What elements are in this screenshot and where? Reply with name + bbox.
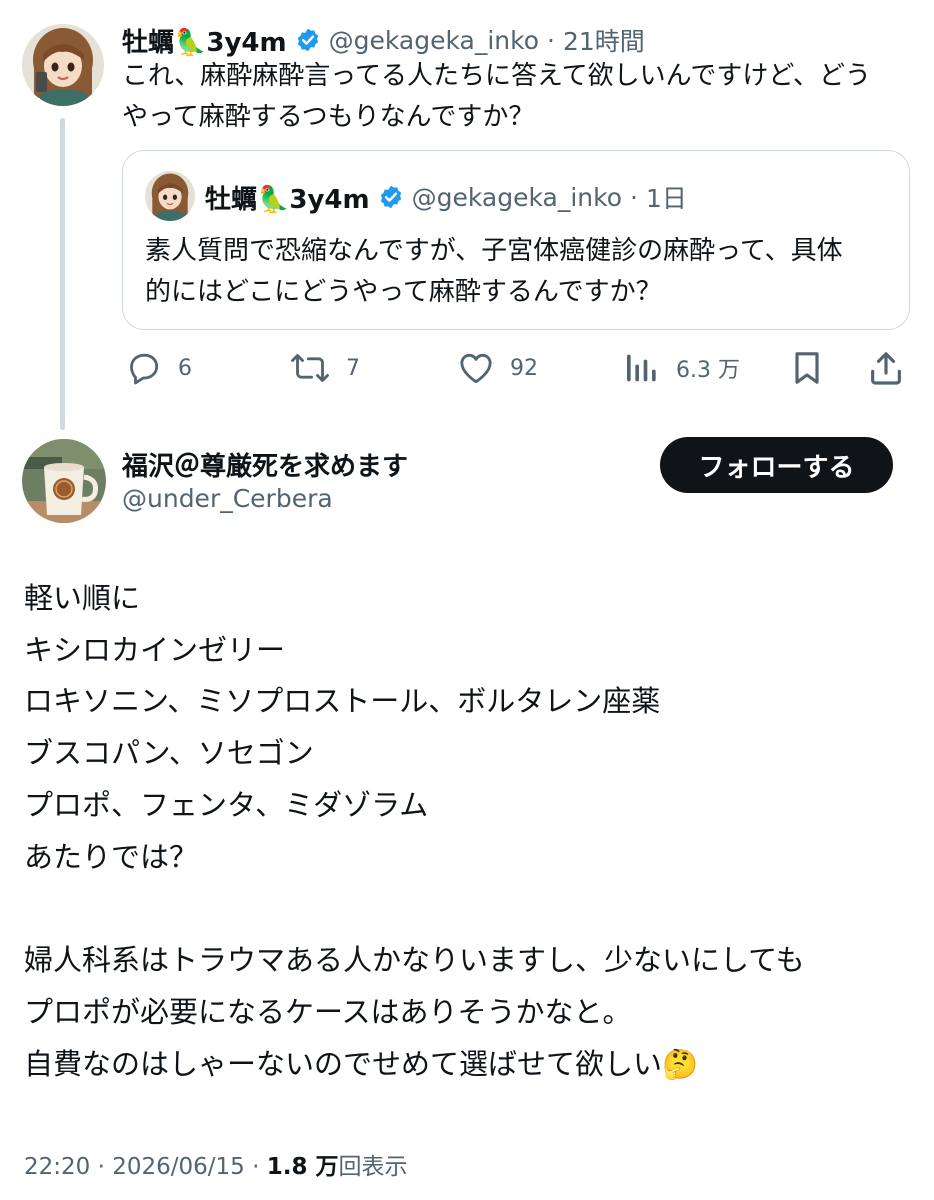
view-count: 1.8 万 [266, 1154, 339, 1180]
bookmark-button[interactable] [787, 348, 827, 388]
quote-author-name: 牡蠣🦜3y4m [205, 184, 370, 215]
views-bar-icon [622, 348, 662, 388]
tweet-date[interactable]: 2026/06/15 [112, 1154, 245, 1180]
quote-text-line: 的にはどこにどうやって麻酔するんですか？ [145, 277, 662, 307]
bookmark-icon [787, 348, 827, 388]
heart-icon [456, 348, 496, 388]
share-icon [866, 348, 906, 388]
view-count-label: 回表示 [338, 1154, 408, 1180]
views-button[interactable]: 6.3 万 [622, 348, 740, 388]
main-author-name[interactable]: 福沢＠尊厳死を求めます [122, 446, 408, 483]
like-button[interactable]: 92 [456, 348, 538, 388]
parent-timestamp[interactable]: 21時間 [563, 22, 645, 58]
tweet-body-line: プロポが必要になるケースはありそうかなと。 [24, 995, 632, 1029]
quote-author-handle: @gekageka_inko [411, 182, 622, 212]
parent-author-avatar[interactable] [22, 24, 104, 106]
reply-button[interactable]: 6 [124, 348, 192, 388]
tweet-body-line: 婦人科系はトラウマある人かなりいますし、少ないにしても [24, 943, 805, 977]
reply-count: 6 [178, 355, 192, 381]
quote-author-avatar [145, 171, 195, 221]
quote-text-line: 素人質問で恐縮なんですが、子宮体癌健診の麻酔って、具体 [145, 236, 843, 266]
tweet-body-line: 軽い順に [24, 581, 141, 615]
tweet-metadata: 22:20 · 2026/06/15 · 1.8 万回表示 [24, 1147, 408, 1181]
retweet-count: 7 [346, 355, 360, 381]
parent-header: 牡蠣🦜3y4m @gekageka_inko · 21時間 [122, 22, 645, 58]
tweet-body-line: ブスコパン、ソセゴン [24, 736, 314, 770]
parent-text-line: これ、麻酔麻酔言ってる人たちに答えて欲しいんですけど、どう [122, 61, 872, 91]
tweet-body-line: あたりでは？ [24, 840, 199, 874]
parent-author-handle[interactable]: @gekageka_inko [329, 26, 539, 55]
tweet-time[interactable]: 22:20 [24, 1154, 90, 1180]
separator-dot: · [97, 1154, 105, 1180]
main-author-avatar[interactable] [22, 439, 106, 523]
like-count: 92 [510, 355, 538, 381]
tweet-body-line: プロポ、フェンタ、ミダゾラム [24, 788, 429, 822]
quoted-tweet-card[interactable]: 牡蠣🦜3y4m @gekageka_inko · 1日 素人質問で恐縮なんですが… [122, 150, 910, 330]
retweet-icon [288, 348, 332, 388]
quote-timestamp: 1日 [645, 184, 687, 213]
quote-tweet-text: 素人質問で恐縮なんですが、子宮体癌健診の麻酔って、具体 的にはどこにどうやって麻… [145, 231, 895, 313]
parent-text-line: やって麻酔するつもりなんですか？ [122, 102, 535, 132]
quote-header: 牡蠣🦜3y4m @gekageka_inko · 1日 [205, 179, 687, 215]
share-button[interactable] [866, 348, 906, 388]
tweet-body-line: 自費なのはしゃーないのでせめて選ばせて欲しい🤔 [24, 1047, 699, 1081]
tweet-body-line: キシロカインゼリー [24, 633, 286, 667]
thread-connector-line [60, 118, 65, 430]
verified-badge-icon [295, 27, 321, 53]
separator-dot: · [630, 182, 638, 212]
separator-dot: · [547, 25, 555, 55]
views-count: 6.3 万 [676, 358, 740, 383]
parent-author-name[interactable]: 牡蠣🦜3y4m [122, 22, 287, 59]
verified-badge-icon [378, 184, 404, 210]
main-author-handle[interactable]: @under_Cerbera [122, 484, 333, 513]
retweet-button[interactable]: 7 [288, 348, 360, 388]
tweet-body-line: ロキソニン、ミソプロストール、ボルタレン座薬 [24, 684, 661, 718]
follow-button[interactable]: フォローする [660, 437, 893, 493]
reply-icon [124, 348, 164, 388]
separator-dot: · [252, 1154, 260, 1180]
parent-tweet-text: これ、麻酔麻酔言ってる人たちに答えて欲しいんですけど、どう やって麻酔するつもり… [122, 56, 922, 138]
